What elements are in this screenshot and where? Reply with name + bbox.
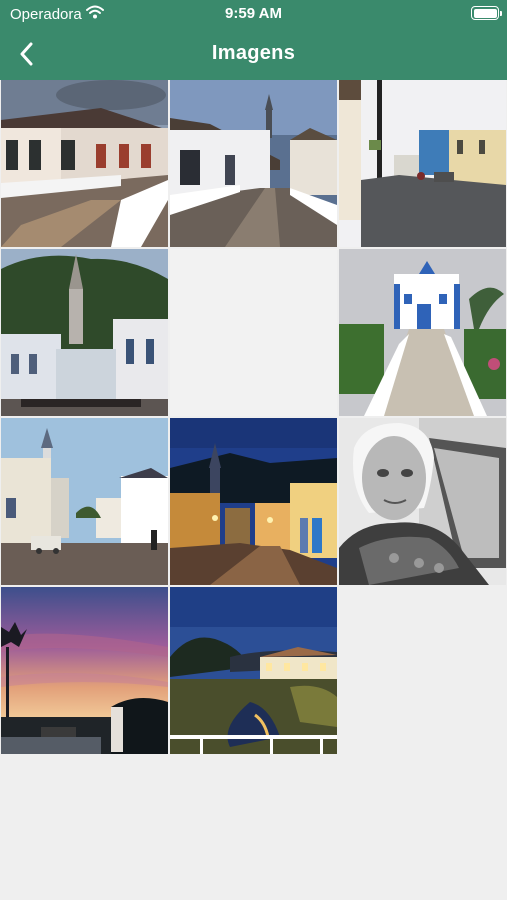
gallery-image-colonial-street[interactable] [1,80,168,247]
gallery-image-night-street[interactable] [170,418,337,585]
clock: 9:59 AM [225,5,282,22]
gallery-image-portrait[interactable] [339,418,506,585]
gallery-image-sunset[interactable] [1,587,168,754]
gallery-image-church-hill[interactable] [1,249,168,416]
app-header: Operadora 9:59 AM Imagens [0,0,507,80]
image-grid [1,80,506,754]
gallery-image-blue-church[interactable] [339,249,506,416]
battery-icon [471,6,502,20]
gallery-image-dusk-street[interactable] [1,418,168,585]
status-bar: Operadora 9:59 AM [0,0,507,28]
navigation-bar: Imagens [0,28,507,80]
gallery-empty-slot [170,249,337,416]
gallery-image-river-night[interactable] [170,587,337,754]
gallery-image-church-street[interactable] [170,80,337,247]
gallery-image-cobblestone-street[interactable] [339,80,506,247]
page-title: Imagens [211,42,296,64]
